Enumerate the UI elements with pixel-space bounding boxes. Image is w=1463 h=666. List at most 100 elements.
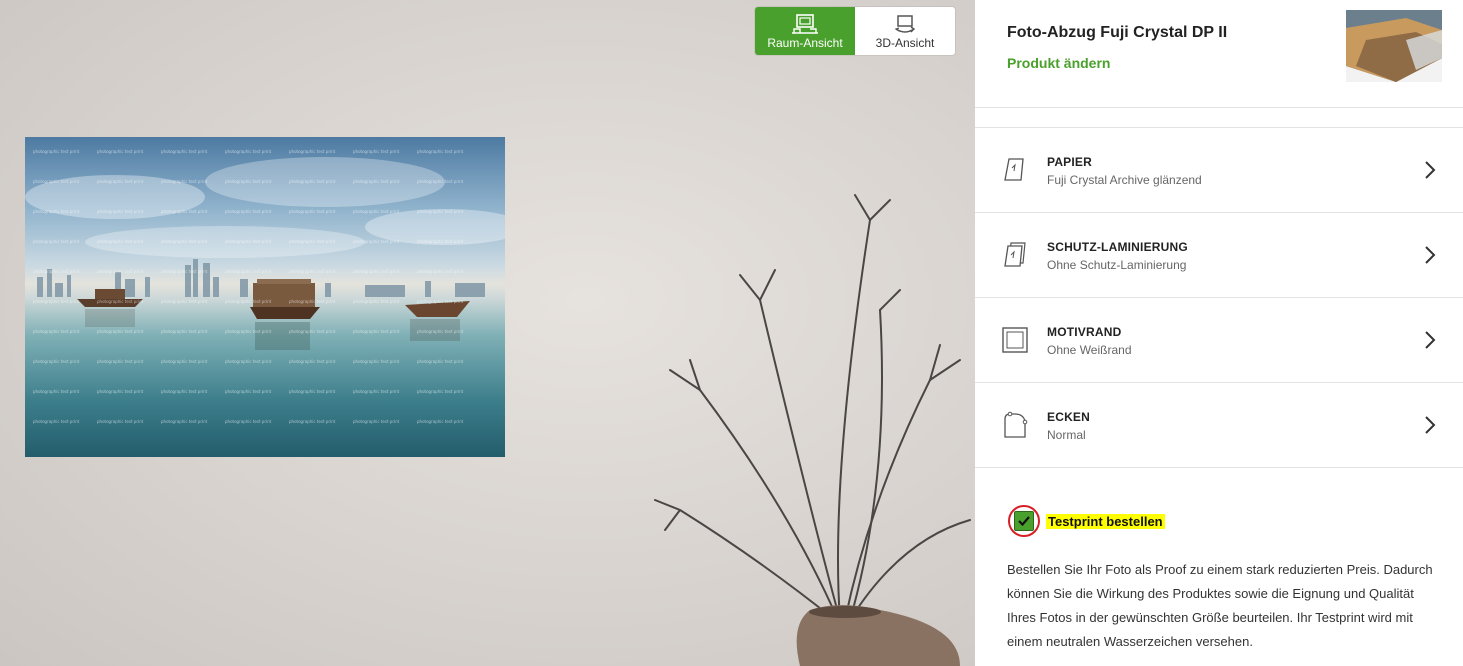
option-value: Ohne Weißrand <box>1047 343 1132 357</box>
view-toggle: Raum-Ansicht 3D-Ansicht <box>755 7 955 55</box>
svg-text:photographic test print: photographic test print <box>161 239 208 244</box>
svg-text:photographic test print: photographic test print <box>353 299 400 304</box>
svg-text:photographic test print: photographic test print <box>353 359 400 364</box>
svg-text:photographic test print: photographic test print <box>353 209 400 214</box>
svg-text:photographic test print: photographic test print <box>289 419 336 424</box>
svg-text:photographic test print: photographic test print <box>97 419 144 424</box>
svg-text:photographic test print: photographic test print <box>225 239 272 244</box>
svg-text:photographic test print: photographic test print <box>33 419 80 424</box>
photo-image: photographic test print photographic test… <box>25 149 505 424</box>
testprint-checkbox[interactable] <box>1008 505 1040 537</box>
svg-text:photographic test print: photographic test print <box>417 179 464 184</box>
svg-text:photographic test print: photographic test print <box>353 329 400 334</box>
svg-text:photographic test print: photographic test print <box>289 239 336 244</box>
svg-text:photographic test print: photographic test print <box>289 209 336 214</box>
option-paper[interactable]: PAPIER Fuji Crystal Archive glänzend <box>975 127 1463 212</box>
svg-text:photographic test print: photographic test print <box>33 209 80 214</box>
testprint-option: Testprint bestellen <box>1008 504 1165 538</box>
svg-text:photographic test print: photographic test print <box>225 299 272 304</box>
svg-text:photographic test print: photographic test print <box>417 359 464 364</box>
corners-icon <box>1004 411 1028 438</box>
svg-text:photographic test print: photographic test print <box>225 179 272 184</box>
svg-text:photographic test print: photographic test print <box>225 389 272 394</box>
svg-text:photographic test print: photographic test print <box>289 389 336 394</box>
room-preview: Raum-Ansicht 3D-Ansicht photographic tes… <box>0 0 975 666</box>
photo-preview: photographic test print photographic test… <box>25 137 505 457</box>
decor-plant-vase <box>654 194 971 666</box>
svg-text:photographic test print: photographic test print <box>225 359 272 364</box>
svg-text:photographic test print: photographic test print <box>417 329 464 334</box>
svg-text:photographic test print: photographic test print <box>33 149 80 154</box>
svg-text:photographic test print: photographic test print <box>33 359 80 364</box>
svg-text:photographic test print: photographic test print <box>161 209 208 214</box>
3d-view-icon <box>894 14 916 33</box>
svg-text:photographic test print: photographic test print <box>161 329 208 334</box>
checkmark-icon <box>1018 516 1030 527</box>
change-product-link[interactable]: Produkt ändern <box>1007 55 1110 71</box>
option-name: MOTIVRAND <box>1047 325 1122 339</box>
svg-text:photographic test print: photographic test print <box>353 149 400 154</box>
option-lamination[interactable]: SCHUTZ-LAMINIERUNG Ohne Schutz-Laminieru… <box>975 212 1463 297</box>
option-name: PAPIER <box>1047 155 1092 169</box>
svg-text:photographic test print: photographic test print <box>161 389 208 394</box>
paper-icon <box>1004 158 1024 181</box>
room-view-icon <box>792 13 818 34</box>
svg-text:photographic test print: photographic test print <box>161 269 208 274</box>
chevron-right-icon <box>1425 161 1436 179</box>
svg-text:photographic test print: photographic test print <box>353 179 400 184</box>
option-value: Normal <box>1047 428 1086 442</box>
svg-text:photographic test print: photographic test print <box>417 239 464 244</box>
chevron-right-icon <box>1425 246 1436 264</box>
svg-text:photographic test print: photographic test print <box>161 149 208 154</box>
svg-text:photographic test print: photographic test print <box>353 239 400 244</box>
svg-text:photographic test print: photographic test print <box>417 149 464 154</box>
svg-text:photographic test print: photographic test print <box>289 179 336 184</box>
svg-text:photographic test print: photographic test print <box>161 179 208 184</box>
config-panel: Foto-Abzug Fuji Crystal DP II Produkt än… <box>975 0 1463 666</box>
svg-text:photographic test print: photographic test print <box>33 329 80 334</box>
svg-text:photographic test print: photographic test print <box>289 299 336 304</box>
svg-text:photographic test print: photographic test print <box>353 389 400 394</box>
svg-text:photographic test print: photographic test print <box>97 149 144 154</box>
svg-text:photographic test print: photographic test print <box>33 269 80 274</box>
svg-text:photographic test print: photographic test print <box>417 299 464 304</box>
option-border[interactable]: MOTIVRAND Ohne Weißrand <box>975 297 1463 382</box>
option-corners[interactable]: ECKEN Normal <box>975 382 1463 467</box>
svg-text:photographic test print: photographic test print <box>353 419 400 424</box>
testprint-label[interactable]: Testprint bestellen <box>1046 513 1165 529</box>
room-view-label: Raum-Ansicht <box>767 35 843 50</box>
svg-text:photographic test print: photographic test print <box>161 359 208 364</box>
svg-text:photographic test print: photographic test print <box>417 389 464 394</box>
product-header: Foto-Abzug Fuji Crystal DP II Produkt än… <box>975 0 1463 108</box>
svg-text:photographic test print: photographic test print <box>97 239 144 244</box>
svg-text:photographic test print: photographic test print <box>97 389 144 394</box>
svg-text:photographic test print: photographic test print <box>289 359 336 364</box>
svg-text:photographic test print: photographic test print <box>417 209 464 214</box>
svg-text:photographic test print: photographic test print <box>33 389 80 394</box>
option-name: ECKEN <box>1047 410 1091 424</box>
3d-view-label: 3D-Ansicht <box>875 35 935 50</box>
svg-text:photographic test print: photographic test print <box>353 269 400 274</box>
chevron-right-icon <box>1425 331 1436 349</box>
svg-text:photographic test print: photographic test print <box>289 329 336 334</box>
svg-text:photographic test print: photographic test print <box>33 239 80 244</box>
svg-text:photographic test print: photographic test print <box>97 329 144 334</box>
svg-text:photographic test print: photographic test print <box>225 329 272 334</box>
svg-text:photographic test print: photographic test print <box>417 269 464 274</box>
room-view-button[interactable]: Raum-Ansicht <box>755 7 855 55</box>
border-icon <box>1002 327 1028 353</box>
chevron-right-icon <box>1425 416 1436 434</box>
3d-view-button[interactable]: 3D-Ansicht <box>855 7 955 55</box>
product-thumbnail <box>1346 10 1442 82</box>
testprint-description: Bestellen Sie Ihr Foto als Proof zu eine… <box>1007 562 1433 649</box>
svg-text:photographic test print: photographic test print <box>97 269 144 274</box>
svg-text:photographic test print: photographic test print <box>225 209 272 214</box>
svg-text:photographic test print: photographic test print <box>289 149 336 154</box>
svg-text:photographic test print: photographic test print <box>97 299 144 304</box>
product-title: Foto-Abzug Fuji Crystal DP II <box>1007 24 1228 41</box>
svg-text:photographic test print: photographic test print <box>97 209 144 214</box>
svg-text:photographic test print: photographic test print <box>97 179 144 184</box>
option-value: Ohne Schutz-Laminierung <box>1047 258 1187 272</box>
divider <box>975 467 1463 468</box>
lamination-icon <box>1004 242 1026 267</box>
